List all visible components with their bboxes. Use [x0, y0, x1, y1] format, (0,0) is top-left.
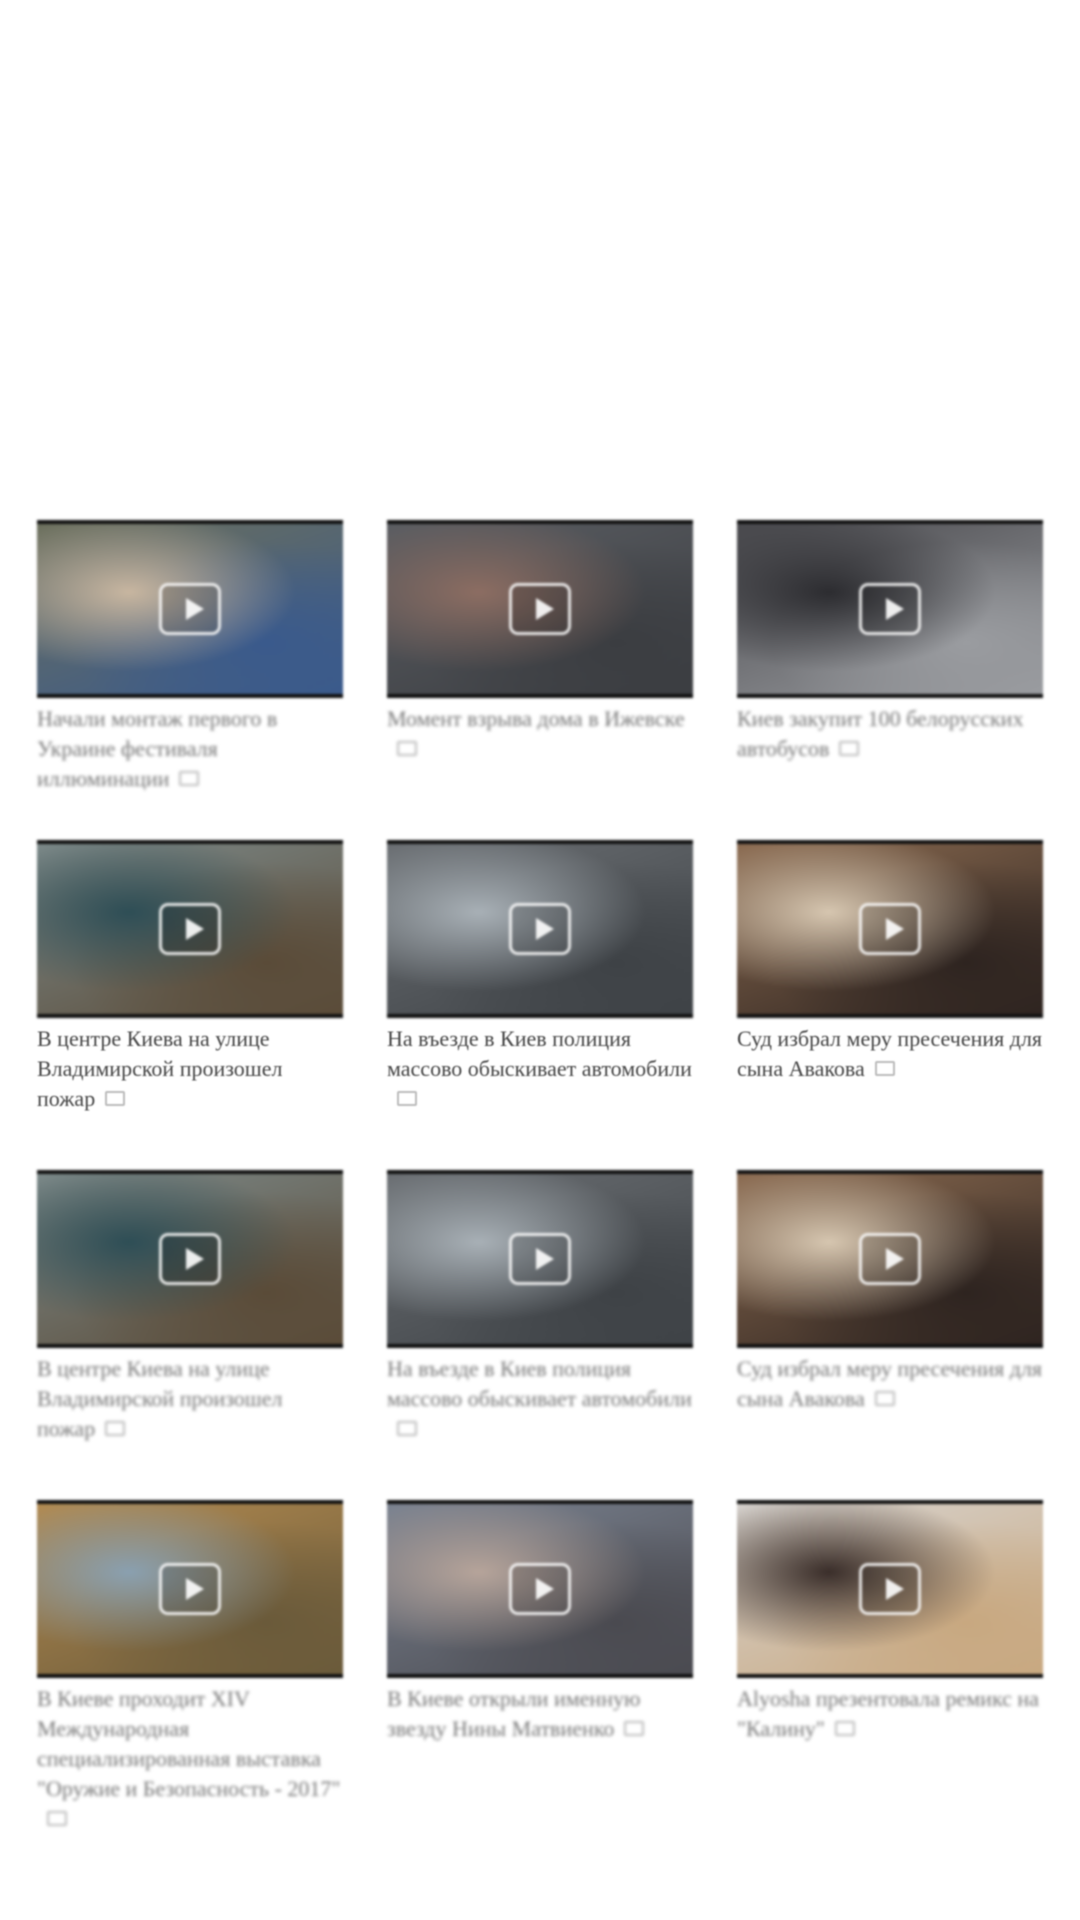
video-camera-icon: [874, 1391, 895, 1407]
play-icon[interactable]: [859, 583, 921, 635]
video-camera-icon: [397, 1421, 417, 1437]
video-camera-icon: [105, 1091, 126, 1107]
video-thumbnail[interactable]: [737, 520, 1043, 698]
video-card[interactable]: Суд избрал меру пресечения для сына Авак…: [737, 1170, 1043, 1500]
video-title[interactable]: В Киеве открыли именную звезду Нины Матв…: [387, 1684, 693, 1744]
video-camera-icon: [397, 1091, 417, 1107]
play-icon[interactable]: [159, 903, 221, 955]
video-card[interactable]: В центре Киева на улице Владимирской про…: [37, 1170, 343, 1500]
video-camera-icon: [874, 1061, 895, 1077]
video-card[interactable]: Суд избрал меру пресечения для сына Авак…: [737, 840, 1043, 1170]
page: Начали монтаж первого в Украине фестивал…: [0, 0, 1080, 1920]
video-thumbnail[interactable]: [737, 1500, 1043, 1678]
video-camera-icon: [47, 1811, 67, 1827]
video-card[interactable]: На въезде в Киев полиция массово обыскив…: [387, 840, 693, 1170]
video-thumbnail[interactable]: [37, 840, 343, 1018]
video-title[interactable]: Суд избрал меру пресечения для сына Авак…: [737, 1354, 1043, 1414]
video-thumbnail[interactable]: [737, 840, 1043, 1018]
video-camera-icon: [624, 1721, 645, 1737]
video-card[interactable]: В Киеве проходит XIV Международная специ…: [37, 1500, 343, 1860]
video-thumbnail[interactable]: [387, 1500, 693, 1678]
video-card[interactable]: Начали монтаж первого в Украине фестивал…: [37, 520, 343, 840]
play-icon[interactable]: [509, 1563, 571, 1615]
video-title[interactable]: В центре Киева на улице Владимирской про…: [37, 1024, 343, 1114]
video-card[interactable]: Alyosha презентовала ремикс на "Калину": [737, 1500, 1043, 1860]
video-camera-icon: [105, 1421, 126, 1437]
video-title[interactable]: В центре Киева на улице Владимирской про…: [37, 1354, 343, 1444]
video-camera-icon: [179, 771, 200, 787]
play-icon[interactable]: [509, 903, 571, 955]
video-title[interactable]: На въезде в Киев полиция массово обыскив…: [387, 1354, 693, 1444]
video-card[interactable]: Киев закупит 100 белорусских автобусов: [737, 520, 1043, 840]
video-title[interactable]: В Киеве проходит XIV Международная специ…: [37, 1684, 343, 1834]
play-icon[interactable]: [159, 1563, 221, 1615]
video-title[interactable]: Начали монтаж первого в Украине фестивал…: [37, 704, 343, 794]
video-title[interactable]: Киев закупит 100 белорусских автобусов: [737, 704, 1043, 764]
play-icon[interactable]: [859, 1233, 921, 1285]
video-camera-icon: [839, 741, 860, 757]
video-grid: Начали монтаж первого в Украине фестивал…: [37, 520, 1043, 1860]
video-card[interactable]: На въезде в Киев полиция массово обыскив…: [387, 1170, 693, 1500]
video-thumbnail[interactable]: [37, 1170, 343, 1348]
video-title[interactable]: На въезде в Киев полиция массово обыскив…: [387, 1024, 693, 1114]
video-thumbnail[interactable]: [387, 1170, 693, 1348]
video-thumbnail[interactable]: [387, 840, 693, 1018]
video-title[interactable]: Суд избрал меру пресечения для сына Авак…: [737, 1024, 1043, 1084]
video-title[interactable]: Alyosha презентовала ремикс на "Калину": [737, 1684, 1043, 1744]
video-thumbnail[interactable]: [37, 520, 343, 698]
play-icon[interactable]: [159, 1233, 221, 1285]
video-card[interactable]: Момент взрыва дома в Ижевске: [387, 520, 693, 840]
video-title[interactable]: Момент взрыва дома в Ижевске: [387, 704, 693, 764]
play-icon[interactable]: [859, 903, 921, 955]
video-thumbnail[interactable]: [737, 1170, 1043, 1348]
video-thumbnail[interactable]: [37, 1500, 343, 1678]
play-icon[interactable]: [509, 1233, 571, 1285]
video-camera-icon: [397, 741, 417, 757]
play-icon[interactable]: [859, 1563, 921, 1615]
video-card[interactable]: В Киеве открыли именную звезду Нины Матв…: [387, 1500, 693, 1860]
video-camera-icon: [834, 1721, 855, 1737]
video-card[interactable]: В центре Киева на улице Владимирской про…: [37, 840, 343, 1170]
play-icon[interactable]: [509, 583, 571, 635]
video-thumbnail[interactable]: [387, 520, 693, 698]
play-icon[interactable]: [159, 583, 221, 635]
